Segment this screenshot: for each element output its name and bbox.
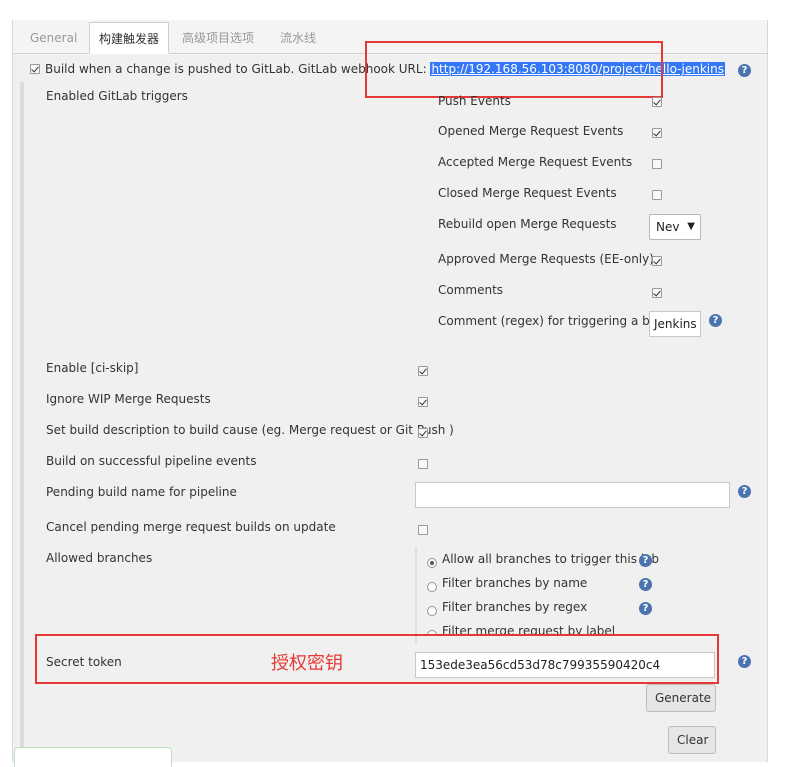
help-icon[interactable]: [709, 314, 722, 327]
tab-advanced-options[interactable]: 高级项目选项: [173, 22, 263, 54]
ignore-wip-label: Ignore WIP Merge Requests: [46, 392, 211, 406]
dropdown-arrow-icon: ▼: [687, 221, 695, 232]
rebuild-open-mr-select[interactable]: Nev ▼: [649, 214, 701, 240]
trigger-closed-mr-label: Closed Merge Request Events: [438, 186, 617, 200]
generate-button[interactable]: Generate: [646, 684, 716, 712]
trigger-approved-mr-checkbox[interactable]: [652, 256, 662, 266]
enable-ci-skip-label: Enable [ci-skip]: [46, 361, 139, 375]
rebuild-select-value: Nev: [656, 220, 680, 234]
build-description-label: Set build description to build cause (eg…: [46, 423, 454, 437]
help-icon[interactable]: [738, 64, 751, 77]
branch-label-label: Filter merge request by label: [442, 624, 616, 634]
tab-pipeline[interactable]: 流水线: [271, 22, 325, 54]
build-description-checkbox[interactable]: [418, 428, 428, 438]
tab-general[interactable]: General: [21, 22, 86, 54]
trigger-closed-mr-checkbox[interactable]: [652, 190, 662, 200]
help-icon[interactable]: [639, 554, 652, 567]
enable-ci-skip-checkbox[interactable]: [418, 366, 428, 376]
tab-build-triggers[interactable]: 构建触发器: [89, 22, 170, 54]
branch-all-label: Allow all branches to trigger this job: [442, 552, 660, 566]
help-icon[interactable]: [639, 578, 652, 591]
branch-regex-label: Filter branches by regex: [442, 600, 588, 614]
trigger-comments-checkbox[interactable]: [652, 288, 662, 298]
branch-name-label: Filter branches by name: [442, 576, 588, 590]
rebuild-open-mr-label: Rebuild open Merge Requests: [438, 217, 617, 231]
branches-divider: [415, 547, 417, 643]
cancel-pending-checkbox[interactable]: [418, 525, 428, 535]
branch-regex-radio[interactable]: [427, 606, 437, 616]
trigger-push-events-label: Push Events: [438, 94, 511, 108]
trigger-approved-mr-label: Approved Merge Requests (EE-only): [438, 252, 654, 266]
cancel-pending-label: Cancel pending merge request builds on u…: [46, 520, 336, 534]
clear-button[interactable]: Clear: [668, 726, 716, 754]
help-icon[interactable]: [738, 655, 751, 668]
trigger-opened-mr-label: Opened Merge Request Events: [438, 124, 624, 138]
top-bar: [0, 0, 786, 20]
pipeline-events-checkbox[interactable]: [418, 459, 428, 469]
trigger-opened-mr-checkbox[interactable]: [652, 128, 662, 138]
secret-token-input[interactable]: 153ede3ea56cd53d78c79935590420c4: [415, 652, 715, 678]
secret-annotation: 授权密钥: [271, 653, 343, 674]
comment-regex-label: Comment (regex) for triggering a build: [438, 314, 672, 328]
gitlab-push-trigger-checkbox[interactable]: [30, 64, 40, 74]
comment-regex-input[interactable]: Jenkins: [649, 311, 701, 337]
pending-build-name-label: Pending build name for pipeline: [46, 485, 237, 499]
help-icon[interactable]: [738, 485, 751, 498]
trigger-comments-label: Comments: [438, 283, 504, 297]
branch-name-radio[interactable]: [427, 582, 437, 592]
gitlab-triggers-label: Enabled GitLab triggers: [46, 89, 188, 103]
help-icon[interactable]: [639, 602, 652, 615]
trigger-push-events-checkbox[interactable]: [652, 97, 662, 107]
trigger-accepted-mr-label: Accepted Merge Request Events: [438, 155, 633, 169]
pending-build-name-input[interactable]: [415, 482, 730, 508]
trigger-accepted-mr-checkbox[interactable]: [652, 159, 662, 169]
branch-all-radio[interactable]: [427, 558, 437, 568]
branch-label-row-clipped: Filter merge request by label: [425, 624, 665, 634]
pipeline-events-label: Build on successful pipeline events: [46, 454, 257, 468]
highlight-box-webhook: [365, 41, 663, 98]
bottom-panel-edge: [14, 747, 172, 767]
ignore-wip-checkbox[interactable]: [418, 397, 428, 407]
allowed-branches-label: Allowed branches: [46, 551, 153, 565]
secret-token-label: Secret token: [46, 655, 122, 669]
